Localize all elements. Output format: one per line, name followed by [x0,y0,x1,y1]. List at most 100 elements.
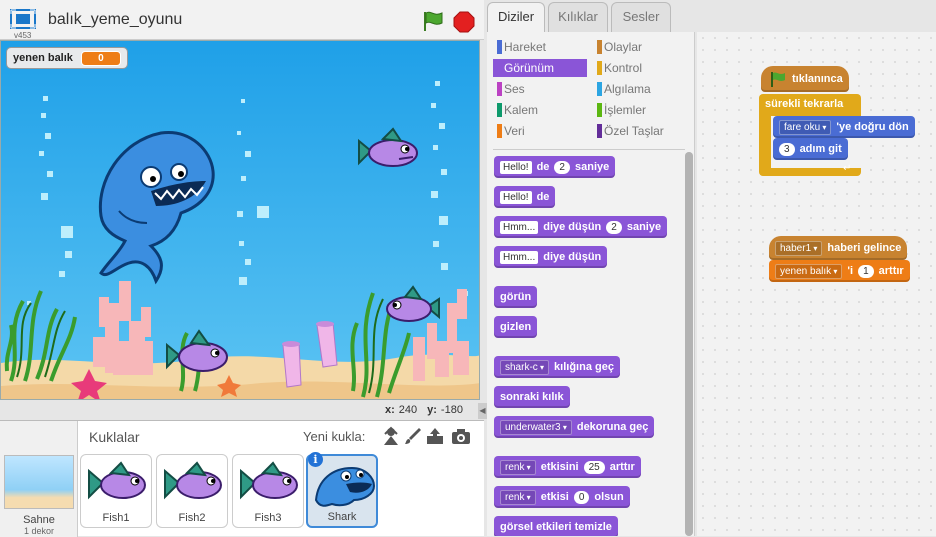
sprite-name: Shark [327,511,357,523]
project-title[interactable]: balık_yeme_oyunu [48,11,408,29]
block-text: görün [500,291,532,303]
variable-dropdown[interactable]: yenen balık [775,263,843,279]
clear-effects-block[interactable]: görsel etkileri temizle [494,516,618,536]
fish-thumbnail [88,461,146,500]
message-input[interactable]: Hmm... [500,220,539,234]
green-flag-icon [771,72,785,87]
amount-input[interactable]: 1 [858,264,874,278]
block-text: olsun [594,491,624,503]
fullscreen-icon[interactable] [10,9,36,29]
seconds-input[interactable]: 2 [606,220,622,234]
tab-sounds[interactable]: Sesler [611,2,671,32]
sprite-name: Fish3 [254,512,282,524]
block-text: haberi gelince [827,242,902,254]
sprite-name: Fish2 [178,512,206,524]
upload-icon[interactable] [425,426,445,446]
category-more-blocks[interactable]: Özel Taşlar [593,122,687,140]
change-variable-block[interactable]: yenen balık 'i 1 arttır [769,260,910,282]
amount-input[interactable]: 25 [583,460,605,474]
steps-input[interactable]: 3 [779,142,795,156]
sprite-tile-fish3[interactable]: Fish3 [232,454,304,528]
amount-input[interactable]: 0 [573,490,590,504]
variable-monitor-label: yenen balık [13,52,73,64]
switch-costume-block[interactable]: shark-c kılığına geç [494,356,620,378]
say-block[interactable]: Hello! de [494,186,556,208]
sprites-title: Kuklalar [89,429,140,445]
change-effect-block[interactable]: renk etkisini 25 arttır [494,456,641,478]
target-dropdown[interactable]: fare oku [779,119,832,135]
backdrop-dropdown[interactable]: underwater3 [500,419,572,435]
category-control[interactable]: Kontrol [593,59,687,77]
fish-thumbnail [240,461,298,500]
new-sprite-label: Yeni kukla: [303,429,366,444]
stage-header: v453 balık_yeme_oyunu [0,0,484,40]
category-operators[interactable]: İşlemler [593,101,687,119]
stage-thumbnail[interactable] [4,455,74,509]
version-label: v453 [14,31,32,40]
say-for-secs-block[interactable]: Hello! de 2 saniye [494,156,616,178]
category-motion[interactable]: Hareket [493,38,587,56]
stage[interactable]: yenen balık 0 [0,40,480,400]
category-looks[interactable]: Görünüm [493,59,587,77]
show-block[interactable]: görün [494,286,538,308]
block-text: 'ye doğru dön [836,121,909,133]
category-sound[interactable]: Ses [493,80,587,98]
palette-divider [493,149,685,150]
message-input[interactable]: Hello! [500,160,532,174]
block-text: arttır [878,265,904,277]
message-input[interactable]: Hello! [500,190,532,204]
category-pen[interactable]: Kalem [493,101,587,119]
when-flag-clicked-block[interactable]: tıklanınca [761,66,849,92]
block-text: adım git [799,143,842,155]
y-label: y: [427,404,437,416]
next-costume-block[interactable]: sonraki kılık [494,386,570,408]
tab-costumes[interactable]: Kılıklar [548,2,608,32]
camera-icon[interactable] [451,426,471,446]
category-events[interactable]: Olaylar [593,38,687,56]
block-text: diye düşün [543,221,602,233]
palette-scrollbar[interactable] [685,152,693,536]
point-towards-block[interactable]: fare oku 'ye doğru dön [773,116,915,138]
green-flag-icon[interactable] [420,10,444,32]
collapse-arrow-icon[interactable]: ◀ [478,403,487,419]
set-effect-block[interactable]: renk etkisi 0 olsun [494,486,630,508]
think-block[interactable]: Hmm... diye düşün [494,246,608,268]
sprite-library-icon[interactable] [381,426,401,446]
seconds-input[interactable]: 2 [554,160,570,174]
variable-monitor[interactable]: yenen balık 0 [6,47,128,69]
paintbrush-icon[interactable] [403,426,423,446]
fish-thumbnail [164,461,222,500]
when-receive-block[interactable]: haber1 haberi gelince [769,236,908,260]
y-value: -180 [440,404,463,416]
block-text: de [536,191,550,203]
scrollbar-thumb[interactable] [685,152,693,536]
x-label: x: [385,404,395,416]
stop-sign-icon[interactable] [453,11,475,33]
scripts-area[interactable]: tıklanınca sürekli tekrarla ↵ fare oku '… [697,32,936,536]
message-input[interactable]: Hmm... [500,250,539,264]
move-steps-block[interactable]: 3 adım git [773,138,848,160]
effect-dropdown[interactable]: renk [500,459,536,475]
block-text: sonraki kılık [500,391,564,403]
costume-dropdown[interactable]: shark-c [500,359,550,375]
tab-scripts[interactable]: Diziler [487,2,545,33]
block-text: görsel etkileri temizle [500,521,612,533]
block-text: saniye [626,221,662,233]
effect-dropdown[interactable]: renk [500,489,536,505]
sprite-name: Fish1 [102,512,130,524]
category-data[interactable]: Veri [493,122,587,140]
hide-block[interactable]: gizlen [494,316,538,338]
think-for-secs-block[interactable]: Hmm... diye düşün 2 saniye [494,216,668,238]
category-sensing[interactable]: Algılama [593,80,687,98]
info-icon[interactable]: i [308,452,323,467]
block-text: saniye [574,161,610,173]
x-value: 240 [398,404,418,416]
block-text: dekoruna geç [576,421,649,433]
message-dropdown[interactable]: haber1 [775,240,823,256]
sprite-tile-fish1[interactable]: Fish1 [80,454,152,528]
stage-backdrop [1,41,479,399]
stage-label: Sahne [23,514,55,526]
block-palette: Hareket Olaylar Görünüm Kontrol Ses Algı… [487,32,695,536]
switch-backdrop-block[interactable]: underwater3 dekoruna geç [494,416,655,438]
sprite-tile-fish2[interactable]: Fish2 [156,454,228,528]
